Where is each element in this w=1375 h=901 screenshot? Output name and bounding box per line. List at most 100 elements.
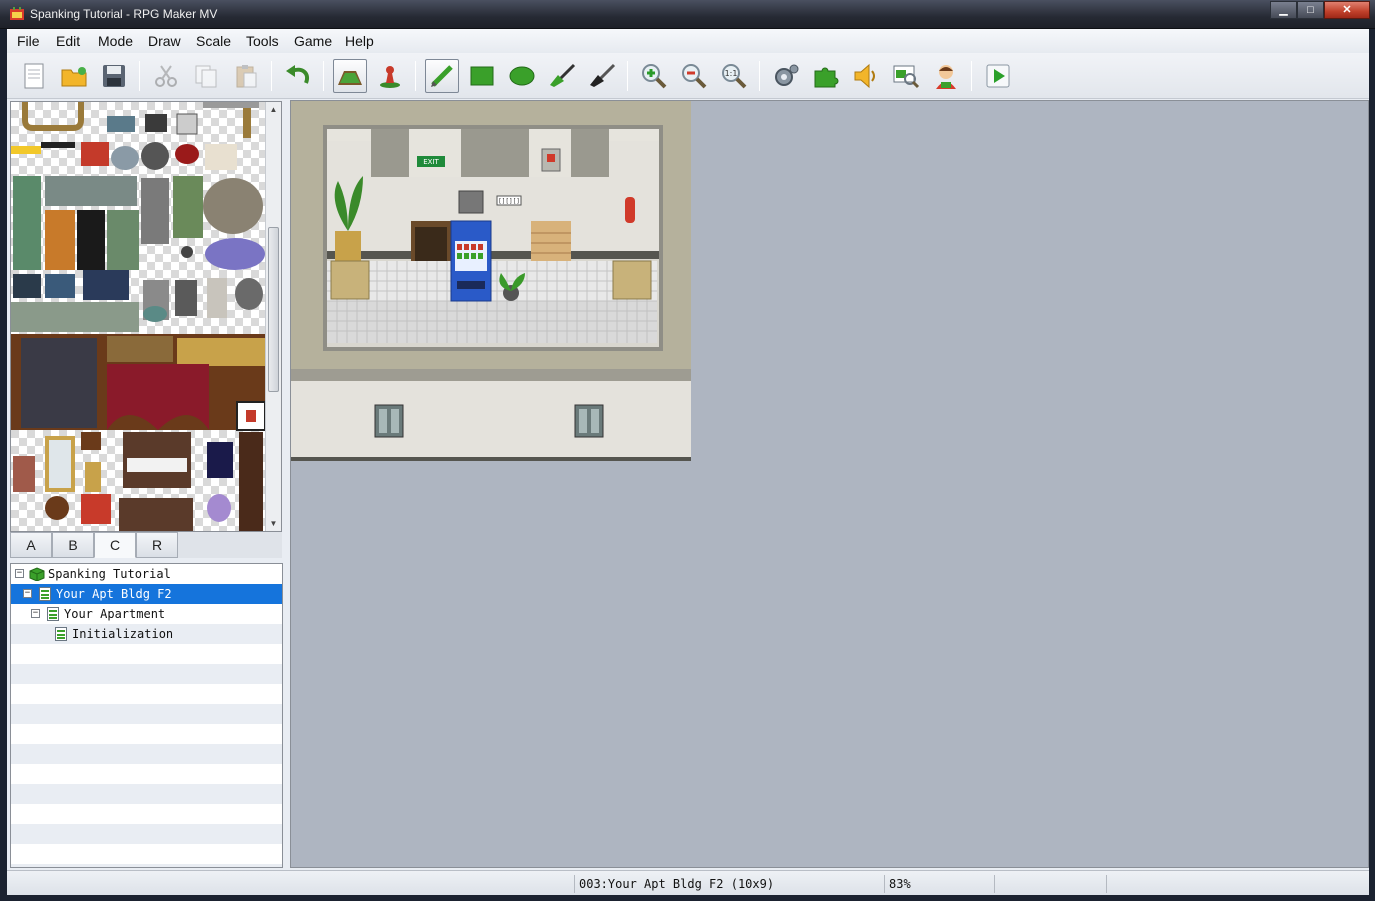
collapse-icon[interactable]: − <box>23 589 32 598</box>
playtest-button[interactable] <box>981 59 1015 93</box>
door-plate: [][][] <box>498 198 520 205</box>
plugin-manager-button[interactable] <box>809 59 843 93</box>
shadow-pen-icon <box>590 63 616 87</box>
database-icon <box>775 64 799 86</box>
paste-icon <box>236 65 257 88</box>
title-bar: Spanking Tutorial - RPG Maker MV ▁ □ ✕ <box>0 0 1375 29</box>
tree-label: Spanking Tutorial <box>48 567 171 581</box>
map-view[interactable]: EXIT [][][] <box>291 101 691 461</box>
event-searcher-icon <box>893 65 920 89</box>
actual-size-label: 1:1 <box>725 69 738 78</box>
map-icon <box>55 627 67 641</box>
event-mode-button[interactable] <box>373 59 407 93</box>
flood-fill-button[interactable] <box>545 59 579 93</box>
rectangle-button[interactable] <box>465 59 499 93</box>
cut-button[interactable] <box>149 59 183 93</box>
minimize-button[interactable]: ▁ <box>1270 1 1297 19</box>
map-icon <box>47 607 59 621</box>
tree-label: Your Apartment <box>64 607 166 621</box>
status-empty <box>1106 875 1216 893</box>
map-icon <box>39 587 51 601</box>
collapse-icon[interactable]: − <box>31 609 40 618</box>
exit-sign: EXIT <box>423 158 439 166</box>
undo-icon <box>286 65 309 84</box>
rectangle-icon <box>470 66 494 86</box>
status-map-info: 003:Your Apt Bldg F2 (10x9) <box>574 875 884 893</box>
copy-icon <box>195 65 217 88</box>
status-empty <box>994 875 1106 893</box>
shadow-pen-button[interactable] <box>585 59 619 93</box>
menu-scale[interactable]: Scale <box>196 33 231 49</box>
map-tree: − Spanking Tutorial − Your Apt Bldg F2 −… <box>10 563 283 868</box>
tree-item-map[interactable]: − Your Apartment <box>11 604 282 624</box>
scroll-thumb[interactable] <box>268 227 279 392</box>
collapse-icon[interactable]: − <box>15 569 24 578</box>
playtest-icon <box>986 64 1010 88</box>
tileset-tiles <box>11 102 267 531</box>
plugin-manager-icon <box>814 67 839 88</box>
tree-item-map[interactable]: Initialization <box>11 624 282 644</box>
cut-icon <box>155 65 177 87</box>
save-project-button[interactable] <box>97 59 131 93</box>
tree-label: Initialization <box>72 627 174 641</box>
pencil-icon <box>431 65 453 87</box>
window-title: Spanking Tutorial - RPG Maker MV <box>30 7 218 21</box>
maximize-button[interactable]: □ <box>1297 1 1324 19</box>
flood-fill-icon <box>550 63 576 87</box>
tileset-tabs: A B C R <box>10 532 282 558</box>
tree-label: Your Apt Bldg F2 <box>56 587 172 601</box>
database-button[interactable] <box>769 59 803 93</box>
map-mode-button[interactable] <box>333 59 367 93</box>
main-window: File Edit Mode Draw Scale Tools Game Hel… <box>7 29 1369 895</box>
app-icon <box>10 7 24 20</box>
menu-draw[interactable]: Draw <box>148 33 181 49</box>
sound-test-button[interactable] <box>849 59 883 93</box>
actual-size-icon: 1:1 <box>722 64 747 89</box>
sound-test-icon <box>854 63 875 89</box>
close-button[interactable]: ✕ <box>1324 1 1370 19</box>
menu-file[interactable]: File <box>17 33 40 49</box>
tileset-scrollbar[interactable]: ▲ ▼ <box>265 102 281 531</box>
save-project-icon <box>103 65 125 87</box>
project-icon <box>29 567 45 581</box>
status-bar: 003:Your Apt Bldg F2 (10x9) 83% <box>7 870 1369 895</box>
map-mode-icon <box>338 71 362 85</box>
open-project-icon <box>61 67 87 87</box>
zoom-out-icon <box>682 64 707 89</box>
menu-mode[interactable]: Mode <box>98 33 133 49</box>
open-project-button[interactable] <box>57 59 91 93</box>
undo-button[interactable] <box>281 59 315 93</box>
event-mode-icon <box>380 66 400 88</box>
tree-item-project[interactable]: − Spanking Tutorial <box>11 564 282 584</box>
tree-item-map-selected[interactable]: − Your Apt Bldg F2 <box>11 584 282 604</box>
menu-help[interactable]: Help <box>345 33 374 49</box>
pencil-button[interactable] <box>425 59 459 93</box>
tab-b[interactable]: B <box>52 532 94 558</box>
menu-game[interactable]: Game <box>294 33 332 49</box>
map-canvas[interactable]: EXIT [][][] <box>290 100 1369 868</box>
tab-c[interactable]: C <box>94 532 136 558</box>
menu-tools[interactable]: Tools <box>246 33 279 49</box>
zoom-in-icon <box>642 64 667 89</box>
ellipse-button[interactable] <box>505 59 539 93</box>
paste-button[interactable] <box>229 59 263 93</box>
zoom-in-button[interactable] <box>637 59 671 93</box>
tileset-palette[interactable]: ▲ ▼ <box>10 101 282 532</box>
character-generator-icon <box>936 65 956 89</box>
menu-bar: File Edit Mode Draw Scale Tools Game Hel… <box>7 29 1369 53</box>
new-project-button[interactable] <box>17 59 51 93</box>
status-zoom: 83% <box>884 875 994 893</box>
scroll-down-icon[interactable]: ▼ <box>266 516 281 531</box>
menu-edit[interactable]: Edit <box>56 33 80 49</box>
tab-r[interactable]: R <box>136 532 178 558</box>
ellipse-icon <box>509 66 535 86</box>
zoom-out-button[interactable] <box>677 59 711 93</box>
toolbar: 1:1 <box>7 53 1369 99</box>
copy-button[interactable] <box>189 59 223 93</box>
tab-a[interactable]: A <box>10 532 52 558</box>
new-project-icon <box>24 63 44 89</box>
event-searcher-button[interactable] <box>889 59 923 93</box>
character-generator-button[interactable] <box>929 59 963 93</box>
actual-size-button[interactable]: 1:1 <box>717 59 751 93</box>
scroll-up-icon[interactable]: ▲ <box>266 102 281 117</box>
